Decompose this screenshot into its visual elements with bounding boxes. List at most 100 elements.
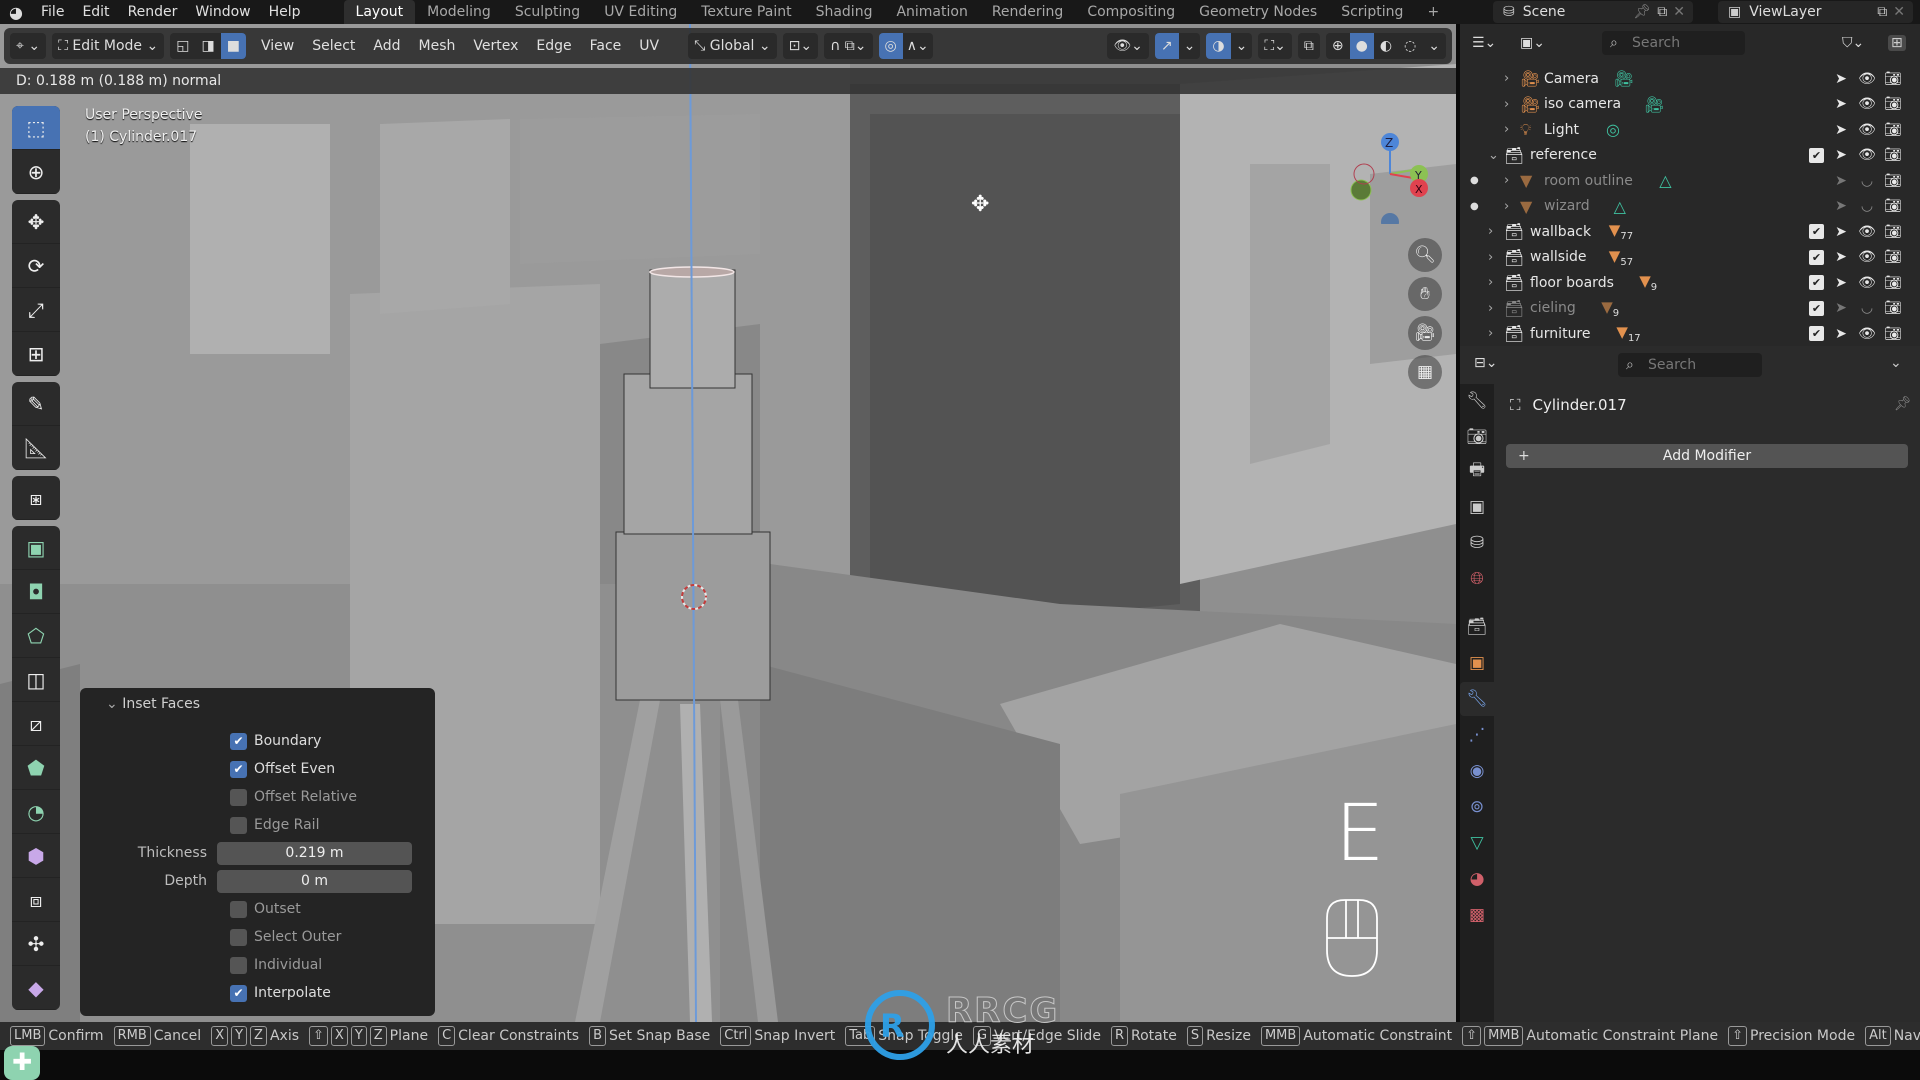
solid-shading-icon[interactable]: ● [1349,33,1374,59]
hidden-eye-icon[interactable]: ◡ [1858,173,1876,189]
outliner-item-name[interactable]: Camera [1544,71,1599,87]
tab-geometry-nodes[interactable]: Geometry Nodes [1187,0,1329,24]
render-camera-icon[interactable]: 📷︎ [1884,173,1902,189]
expand-chevron-right-icon[interactable]: › [1488,301,1493,316]
render-camera-icon[interactable]: 📷︎ [1884,326,1902,342]
eye-icon[interactable]: 👁︎ [1858,96,1876,112]
spin-tool[interactable]: ◔ [12,790,60,834]
outliner-item-name[interactable]: wizard [1544,198,1590,214]
tab-modeling[interactable]: Modeling [415,0,503,24]
outliner-item-name[interactable]: floor boards [1530,275,1614,291]
menu-select[interactable]: Select [303,38,364,54]
outliner-item-name[interactable]: wallside [1530,249,1587,265]
camera-data-icon[interactable]: 🎥︎ [1644,95,1664,114]
tab-tool[interactable]: 🔧︎ [1460,384,1494,418]
menu-window[interactable]: Window [186,0,259,24]
material-shading-icon[interactable]: ◐ [1374,38,1398,54]
options-dropdown-icon[interactable]: ⌄ [1890,355,1902,371]
hidden-eye-icon[interactable]: ◡ [1858,198,1876,214]
cursor-tool[interactable]: ⊕ [12,150,60,194]
object-name[interactable]: Cylinder.017 [1533,396,1627,414]
expand-chevron-right-icon[interactable]: › [1504,122,1509,137]
shading-dropdown-icon[interactable]: ⌄ [1422,38,1446,54]
render-camera-icon[interactable]: 📷︎ [1884,122,1902,138]
axis-gizmo[interactable]: Z Y X [1340,114,1456,224]
filter-icon[interactable]: ⛉⌄ [1842,35,1864,51]
edit-toggle-dot-icon[interactable]: ● [1470,175,1479,186]
tab-constraints[interactable]: ⊚ [1460,790,1494,824]
outliner-editor-type-icon[interactable]: ☰⌄ [1472,35,1496,51]
eye-icon[interactable]: 👁︎ [1858,249,1876,265]
thickness-field[interactable]: 0.219 m [217,841,412,865]
render-camera-icon[interactable]: 📷︎ [1884,96,1902,112]
selectable-pointer-icon[interactable]: ➤ [1832,198,1850,214]
transform-tool[interactable]: ⊞ [12,332,60,376]
outliner-item-name[interactable]: room outline [1544,173,1633,189]
checkbox-offset-relative[interactable]: Offset Relative [230,785,357,809]
depth-field[interactable]: 0 m [217,869,412,893]
checkbox-offset-even[interactable]: ✔ Offset Even [230,757,335,781]
outliner-row[interactable]: ⌄ 🗃︎ reference ✔ ➤ 👁︎ 📷︎ [1460,143,1920,168]
camera-data-icon[interactable]: 🎥︎ [1614,69,1634,88]
viewlayer-selector[interactable]: ▣ ViewLayer ⧉ ✕ [1718,1,1913,23]
outliner-row[interactable]: › 🗃︎ wallback ▼77 ✔ ➤ 👁︎ 📷︎ [1460,219,1920,244]
checkbox-edge-rail[interactable]: Edge Rail [230,813,319,837]
checkbox-select-outer[interactable]: Select Outer [230,925,341,949]
expand-chevron-right-icon[interactable]: › [1504,71,1509,86]
tab-material[interactable]: ◕ [1460,862,1494,896]
move-tool[interactable]: ✥ [12,200,60,244]
shrink-fatten-tool[interactable]: ✣ [12,922,60,966]
poly-build-tool[interactable]: ⬟ [12,746,60,790]
expand-chevron-right-icon[interactable]: › [1504,97,1509,112]
expand-chevron-right-icon[interactable]: › [1488,326,1493,341]
child-count-badge[interactable]: ▼17 [1616,323,1640,344]
proportional-edit[interactable]: ◎ ∧⌄ [878,33,933,59]
render-camera-icon[interactable]: 📷︎ [1884,300,1902,316]
properties-search-input[interactable]: ⌕ Search [1618,353,1762,377]
selectable-pointer-icon[interactable]: ➤ [1832,300,1850,316]
menu-edit[interactable]: Edit [73,0,118,24]
copy-viewlayer-icon[interactable]: ⧉ [1877,4,1887,20]
tab-scene[interactable]: ⛁ [1460,526,1494,560]
tab-output[interactable]: 🖶 [1460,454,1494,488]
ortho-toggle-button[interactable]: ▦ [1408,355,1442,389]
checkbox-interpolate[interactable]: ✔ Interpolate [230,981,331,1005]
outliner-item-name[interactable]: Light [1544,122,1579,138]
menu-uv[interactable]: UV [630,38,668,54]
editor-type-button[interactable]: ⌖ ⌄ [10,33,47,59]
menu-help[interactable]: Help [260,0,310,24]
snap-selector[interactable]: ∩ ⧉ ⌄ [824,33,873,59]
render-camera-icon[interactable]: 📷︎ [1884,198,1902,214]
menu-render[interactable]: Render [119,0,187,24]
mesh-data-icon[interactable]: △ [1659,171,1671,190]
blender-logo-icon[interactable]: ◕ [0,0,32,24]
exclude-checkbox[interactable]: ✔ [1809,275,1824,290]
child-count-badge[interactable]: ▼57 [1609,247,1633,268]
selectable-pointer-icon[interactable]: ➤ [1832,326,1850,342]
exclude-checkbox[interactable]: ✔ [1809,249,1824,265]
tab-sculpting[interactable]: Sculpting [503,0,592,24]
measure-tool[interactable]: 📐︎ [12,426,60,470]
scale-tool[interactable]: ⤢ [12,288,60,332]
navigation-gizmo[interactable]: Z Y X 🔍︎ ✋︎ 🎥︎ ▦ [1340,114,1456,414]
tab-texture[interactable]: ▩ [1460,898,1494,932]
tab-texture-paint[interactable]: Texture Paint [689,0,803,24]
xray-toggle[interactable]: ⧉ [1297,33,1320,59]
extrude-region-tool[interactable]: ▣ [12,526,60,570]
checkbox-boundary[interactable]: ✔ Boundary [230,729,321,753]
outliner-row[interactable]: › 🗃︎ furniture ▼17 ✔ ➤ 👁︎ 📷︎ [1460,321,1920,346]
selectable-pointer-icon[interactable]: ➤ [1832,71,1850,87]
outliner-row[interactable]: › 🗃︎ cieling ▼9 ✔ ➤ ◡ 📷︎ [1460,296,1920,321]
child-count-badge[interactable]: ▼9 [1639,272,1657,293]
selectable-pointer-icon[interactable]: ➤ [1832,275,1850,291]
outliner-row[interactable]: › ● ▼ room outline △ ➤ ◡ 📷︎ [1460,168,1920,193]
3d-viewport[interactable]: ⌖ ⌄ ⛶ Edit Mode ⌄ ◱ ◨ ■ View Select Add … [0,24,1456,1022]
menu-view[interactable]: View [252,38,303,54]
selectable-pointer-icon[interactable]: ➤ [1832,96,1850,112]
menu-vertex[interactable]: Vertex [464,38,527,54]
eye-icon[interactable]: 👁︎ [1858,326,1876,342]
remove-scene-icon[interactable]: ✕ [1673,4,1685,20]
eye-icon[interactable]: 👁︎ [1858,122,1876,138]
scene-name[interactable]: Scene [1523,4,1566,20]
eye-icon[interactable]: 👁︎ [1858,147,1876,163]
